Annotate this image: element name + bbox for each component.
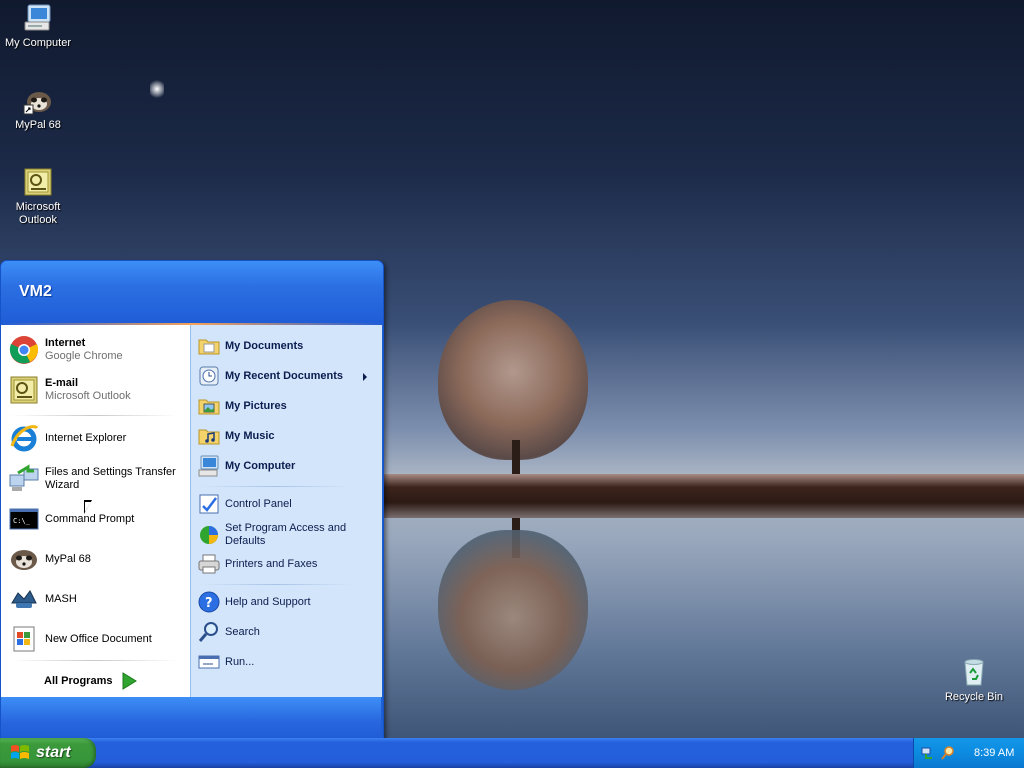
start-menu-header: VM2: [1, 261, 383, 325]
left-pane-separator: [10, 415, 178, 416]
svg-text:C:\_: C:\_: [13, 517, 31, 525]
places-item-help-support[interactable]: ? Help and Support: [197, 590, 375, 614]
places-item-my-pictures[interactable]: My Pictures: [197, 394, 375, 418]
wallpaper-horizon: [380, 474, 1024, 518]
windows-flag-icon: [10, 744, 30, 762]
mouse-cursor: [84, 500, 92, 514]
chrome-icon: [8, 334, 40, 366]
wallpaper-star: [150, 80, 164, 98]
program-access-icon: [197, 523, 221, 547]
recent-documents-icon: [197, 364, 221, 388]
system-tray: 8:39 AM: [913, 738, 1024, 768]
start-item-email[interactable]: E-mail Microsoft Outlook: [8, 374, 186, 406]
help-icon: ?: [197, 590, 221, 614]
wallpaper-tree: [438, 300, 588, 460]
desktop-icon-mypal[interactable]: MyPal 68: [0, 84, 76, 132]
green-arrow-icon: [120, 672, 138, 690]
cmd-icon: C:\_: [8, 503, 40, 535]
start-menu-footer: [1, 697, 381, 739]
clock[interactable]: 8:39 AM: [974, 747, 1014, 759]
places-item-my-computer[interactable]: My Computer: [197, 454, 375, 478]
recycle-bin-icon: [958, 656, 990, 688]
places-item-program-access[interactable]: Set Program Access and Defaults: [197, 522, 375, 548]
submenu-arrow-icon: [363, 373, 367, 381]
desktop-icon-outlook[interactable]: Microsoft Outlook: [0, 166, 76, 227]
places-item-control-panel[interactable]: Control Panel: [197, 492, 375, 516]
user-name: VM2: [19, 283, 52, 300]
printer-icon: [197, 552, 221, 576]
run-icon: [197, 650, 221, 674]
places-item-search[interactable]: Search: [197, 620, 375, 644]
start-item-mypal[interactable]: MyPal 68: [8, 543, 186, 575]
taskbar: start 8:39 AM: [0, 738, 1024, 768]
start-item-mash[interactable]: MASH: [8, 583, 186, 615]
search-icon: [197, 620, 221, 644]
svg-text:?: ?: [205, 596, 213, 611]
outlook-icon: [22, 166, 54, 198]
mash-icon: [8, 583, 40, 615]
network-icon[interactable]: [920, 745, 936, 761]
folder-music-icon: [197, 424, 221, 448]
mypal-raccoon-icon: [22, 84, 54, 116]
desktop-icon-my-computer[interactable]: My Computer: [0, 2, 76, 50]
desktop-icon-recycle-bin[interactable]: Recycle Bin: [936, 656, 1012, 704]
mypal-raccoon-icon: [8, 543, 40, 575]
start-item-internet[interactable]: Internet Google Chrome: [8, 334, 186, 366]
places-item-my-recent-documents[interactable]: My Recent Documents: [197, 364, 375, 388]
right-pane-separator: [200, 584, 352, 585]
right-pane-separator: [200, 486, 352, 487]
start-item-transfer-wizard[interactable]: Files and Settings Transfer Wizard: [8, 463, 186, 495]
start-item-command-prompt[interactable]: C:\_ Command Prompt: [8, 503, 186, 535]
places-item-my-documents[interactable]: My Documents: [197, 334, 375, 358]
search-tray-icon[interactable]: [940, 745, 956, 761]
office-doc-icon: [8, 623, 40, 655]
places-item-my-music[interactable]: My Music: [197, 424, 375, 448]
all-programs-button[interactable]: All Programs: [44, 672, 138, 690]
outlook-icon: [8, 374, 40, 406]
places-item-run[interactable]: Run...: [197, 650, 375, 674]
places-item-printers-faxes[interactable]: Printers and Faxes: [197, 552, 375, 576]
folder-documents-icon: [197, 334, 221, 358]
computer-icon: [197, 454, 221, 478]
start-button[interactable]: start: [0, 738, 96, 768]
ie-icon: [8, 422, 40, 454]
start-item-internet-explorer[interactable]: Internet Explorer: [8, 422, 186, 454]
left-pane-separator: [10, 660, 178, 661]
control-panel-icon: [197, 492, 221, 516]
start-item-new-office-document[interactable]: New Office Document: [8, 623, 186, 655]
wallpaper-reflection: [438, 530, 588, 690]
computer-icon: [22, 2, 54, 34]
transfer-wizard-icon: [8, 463, 40, 495]
folder-pictures-icon: [197, 394, 221, 418]
